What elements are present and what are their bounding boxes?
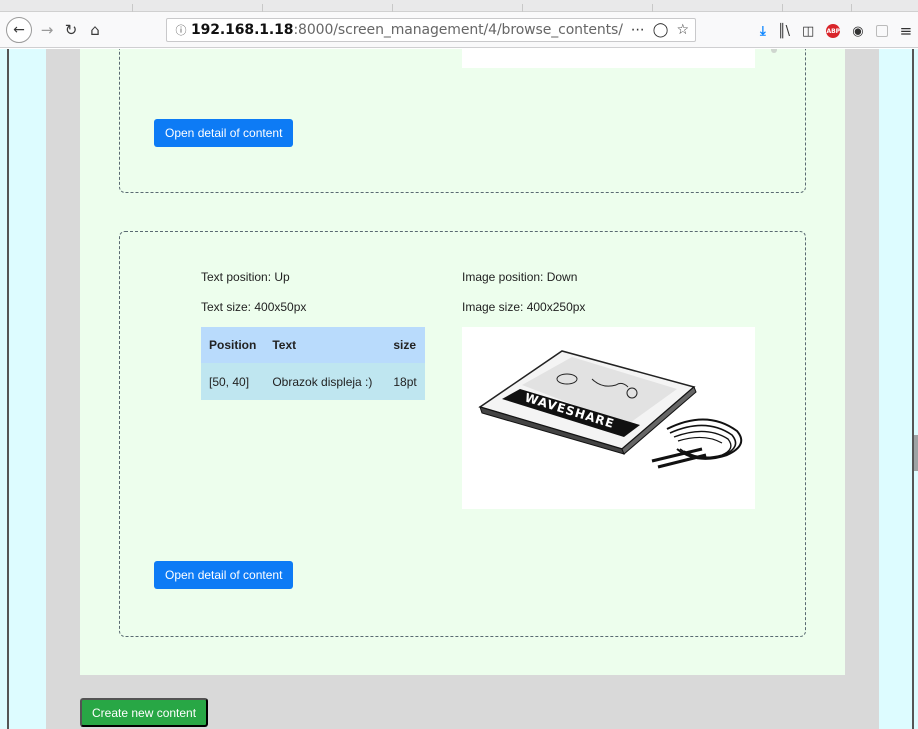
content-image: WAVESHARE <box>462 327 755 509</box>
image-size-label: Image size: 400x250px <box>462 300 586 314</box>
column-header-text: Text <box>264 327 386 363</box>
cell-position: [50, 40] <box>201 363 265 400</box>
url-bar[interactable]: ⓘ 192.168.1.18:8000/screen_management/4/… <box>166 18 696 42</box>
url-host: 192.168.1.18 <box>191 22 294 38</box>
cell-text: Obrazok displeja :) <box>264 363 386 400</box>
menu-icon[interactable]: ≡ <box>900 22 913 40</box>
download-icon[interactable]: ⤓ <box>760 24 766 39</box>
left-margin <box>0 49 46 729</box>
image-position-label: Image position: Down <box>462 270 578 284</box>
tab-strip <box>0 0 918 12</box>
extension-icon[interactable] <box>875 25 888 37</box>
create-new-content-button[interactable]: Create new content <box>80 698 209 727</box>
text-size-label: Text size: 400x50px <box>201 300 307 314</box>
pocket-icon[interactable]: ◯ <box>653 22 669 38</box>
more-icon[interactable]: ⋯ <box>631 22 645 38</box>
toolbar-icons: ⤓ ║\ ◫ ABP ◉ ≡ <box>760 22 912 40</box>
library-icon[interactable]: ║\ <box>778 24 790 39</box>
home-icon[interactable]: ⌂ <box>86 18 104 42</box>
text-position-label: Text position: Up <box>201 270 290 284</box>
page-viewport: Open detail of content Text position: Up… <box>0 49 918 729</box>
reload-icon[interactable]: ↻ <box>62 18 80 42</box>
scrollbar-thumb[interactable] <box>914 435 918 471</box>
column-header-position: Position <box>201 327 265 363</box>
url-path: :8000/screen_management/4/browse_content… <box>293 22 623 38</box>
sidebar-icon[interactable]: ◫ <box>802 24 814 39</box>
account-icon[interactable]: ◉ <box>852 24 863 39</box>
back-arrow-icon[interactable]: ← <box>6 17 32 43</box>
forward-arrow-icon[interactable]: → <box>38 18 56 42</box>
adblock-icon[interactable]: ABP <box>826 24 841 38</box>
text-table: Position Text size [50, 40] Obrazok disp… <box>201 327 426 400</box>
content-image <box>462 49 755 68</box>
epaper-display-illustration: WAVESHARE <box>478 350 743 469</box>
bookmark-star-icon[interactable]: ☆ <box>676 22 689 38</box>
table-row: [50, 40] Obrazok displeja :) 18pt <box>201 363 426 400</box>
url-actions: ⋯ ◯ ☆ <box>631 22 689 38</box>
table-header-row: Position Text size <box>201 327 426 363</box>
cell-size: 18pt <box>385 363 426 400</box>
open-detail-button[interactable]: Open detail of content <box>154 561 294 589</box>
browser-toolbar: ← → ↻ ⌂ ⓘ 192.168.1.18:8000/screen_manag… <box>0 12 918 48</box>
info-icon[interactable]: ⓘ <box>171 22 191 38</box>
open-detail-button[interactable]: Open detail of content <box>154 119 294 147</box>
column-header-size: size <box>385 327 426 363</box>
url-text[interactable]: 192.168.1.18:8000/screen_management/4/br… <box>191 22 623 38</box>
right-margin <box>879 49 918 729</box>
